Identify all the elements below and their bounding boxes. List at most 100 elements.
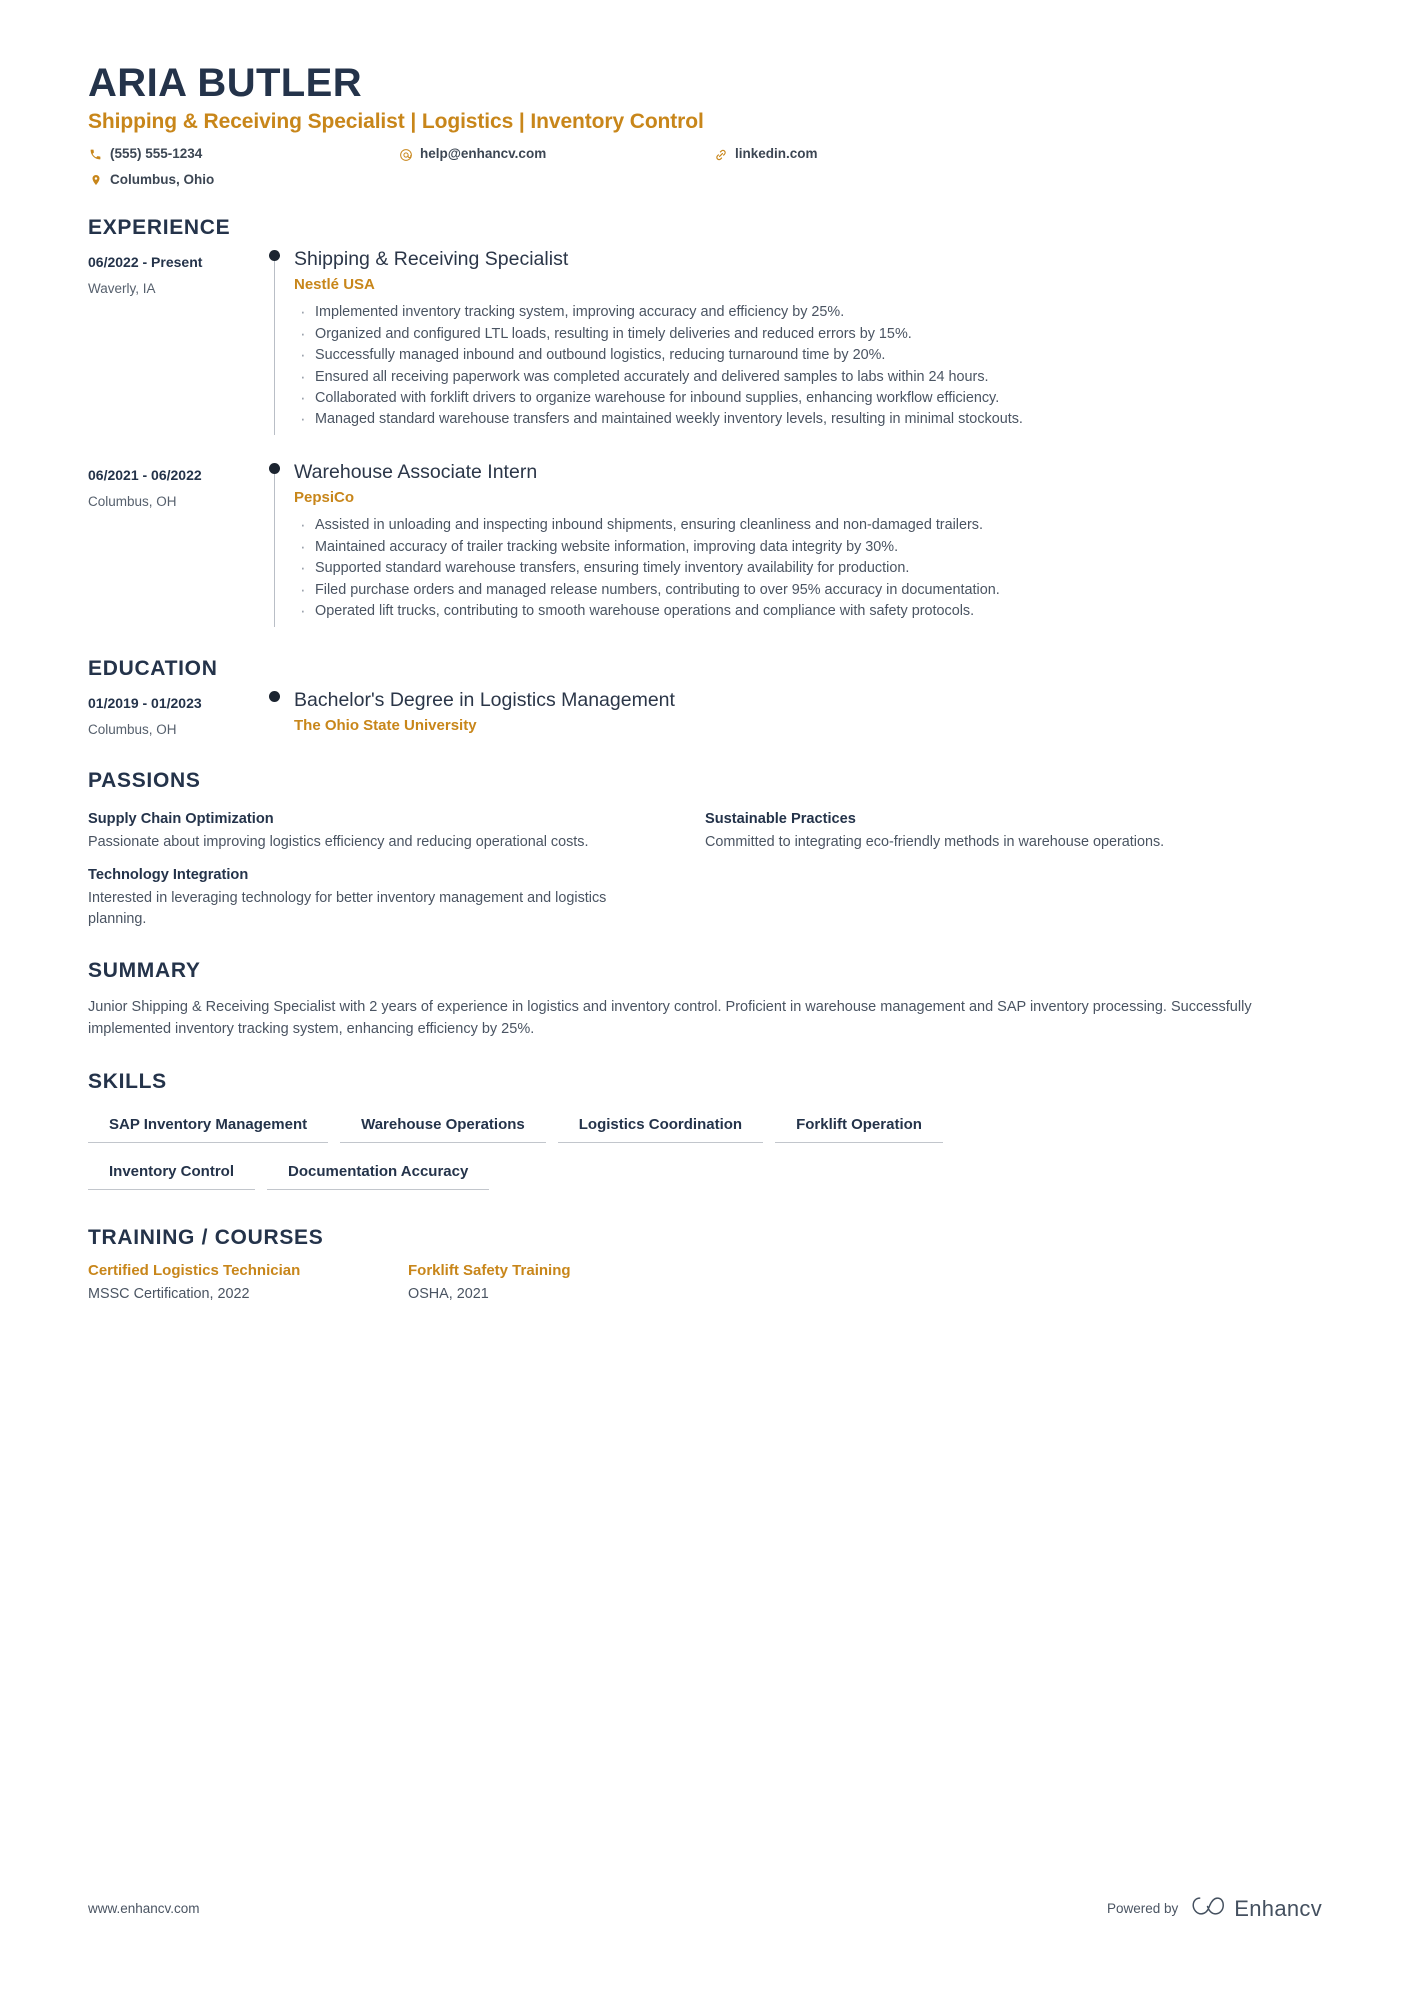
passion-item: Technology Integration Interested in lev… (88, 867, 633, 930)
footer-branding: Powered by Enhancv (1107, 1894, 1322, 1923)
timeline-line (274, 468, 275, 627)
link-icon (713, 148, 728, 162)
education-date: 01/2019 - 01/2023 (88, 694, 202, 711)
passion-text: Passionate about improving logistics eff… (88, 833, 589, 850)
experience-body: Shipping & Receiving Specialist Nestlé U… (294, 244, 1322, 435)
section-title-skills: SKILLS (88, 1070, 167, 1094)
skill-tag[interactable]: SAP Inventory Management (88, 1110, 329, 1144)
enhancv-wordmark: Enhancv (1234, 1895, 1322, 1921)
contact-linkedin[interactable]: linkedin.com (713, 144, 818, 164)
training-title: Forklift Safety Training (408, 1262, 571, 1280)
skill-tag[interactable]: Forklift Operation (775, 1110, 943, 1144)
section-passions: PASSIONS Supply Chain Optimization Passi… (88, 769, 1322, 930)
experience-date: 06/2022 - Present (88, 253, 203, 270)
experience-company: PepsiCo (294, 489, 355, 507)
section-title-passions: PASSIONS (88, 768, 201, 792)
experience-bullets: Assisted in unloading and inspecting inb… (294, 513, 1322, 623)
summary-text: Junior Shipping & Receiving Specialist w… (88, 999, 1252, 1037)
contact-location: Columbus, Ohio (88, 170, 398, 190)
enhancv-mark-icon (1191, 1894, 1225, 1923)
contact-email-text: help@enhancv.com (420, 146, 547, 162)
experience-entry: 06/2022 - Present Waverly, IA Shipping &… (88, 244, 1322, 435)
experience-location: Waverly, IA (88, 281, 156, 297)
section-training: TRAINING / COURSES Certified Logistics T… (88, 1226, 1322, 1305)
contact-location-text: Columbus, Ohio (110, 171, 215, 187)
bullet-item: Collaborated with forklift drivers to or… (294, 386, 1322, 410)
training-subtitle: OSHA, 2021 (408, 1286, 489, 1303)
timeline-rail (256, 244, 294, 435)
education-school: The Ohio State University (294, 716, 477, 734)
passions-column-right: Sustainable Practices Committed to integ… (705, 797, 1322, 930)
bullet-item: Operated lift trucks, contributing to sm… (294, 599, 1322, 623)
section-experience: EXPERIENCE 06/2022 - Present Waverly, IA… (88, 216, 1322, 627)
experience-meta: 06/2022 - Present Waverly, IA (88, 244, 256, 435)
section-summary: SUMMARY Junior Shipping & Receiving Spec… (88, 959, 1322, 1040)
training-item: Forklift Safety Training OSHA, 2021 (408, 1262, 728, 1305)
timeline-rail (256, 685, 294, 747)
passion-text: Interested in leveraging technology for … (88, 889, 607, 927)
experience-meta: 06/2021 - 06/2022 Columbus, OH (88, 457, 256, 627)
section-title-summary: SUMMARY (88, 959, 201, 983)
skill-tag[interactable]: Documentation Accuracy (267, 1157, 490, 1191)
powered-by-label: Powered by (1106, 1901, 1179, 1916)
bullet-item: Ensured all receiving paperwork was comp… (294, 365, 1322, 389)
timeline-dot (269, 249, 280, 261)
timeline-rail (256, 457, 294, 627)
bullet-item: Successfully managed inbound and outboun… (294, 343, 1322, 367)
experience-body: Warehouse Associate Intern PepsiCo Assis… (294, 457, 1322, 627)
candidate-headline: Shipping & Receiving Specialist | Logist… (88, 110, 704, 134)
experience-job-title: Shipping & Receiving Specialist (294, 247, 569, 270)
contact-phone-text: (555) 555-1234 (110, 146, 203, 162)
skill-tag[interactable]: Warehouse Operations (340, 1110, 546, 1144)
section-education: EDUCATION 01/2019 - 01/2023 Columbus, OH… (88, 657, 1322, 747)
experience-job-title: Warehouse Associate Intern (294, 460, 538, 483)
contact-email[interactable]: help@enhancv.com (398, 144, 713, 164)
timeline-dot (269, 690, 280, 702)
education-meta: 01/2019 - 01/2023 Columbus, OH (88, 685, 256, 747)
contact-phone[interactable]: (555) 555-1234 (88, 144, 398, 164)
resume-page: ARIA BUTLER Shipping & Receiving Special… (0, 0, 1410, 1995)
enhancv-logo: Enhancv (1191, 1894, 1322, 1923)
section-title-education: EDUCATION (88, 656, 218, 680)
experience-entry: 06/2021 - 06/2022 Columbus, OH Warehouse… (88, 457, 1322, 627)
bullet-item: Maintained accuracy of trailer tracking … (294, 535, 1322, 559)
candidate-name: ARIA BUTLER (88, 61, 363, 105)
skills-list: SAP Inventory Management Warehouse Opera… (88, 1110, 1322, 1204)
bullet-item: Assisted in unloading and inspecting inb… (294, 513, 1322, 537)
contact-linkedin-text: linkedin.com (735, 146, 818, 162)
experience-location: Columbus, OH (88, 494, 177, 510)
resume-header: ARIA BUTLER Shipping & Receiving Special… (88, 62, 1322, 190)
passion-item: Supply Chain Optimization Passionate abo… (88, 811, 633, 853)
skill-tag[interactable]: Logistics Coordination (557, 1110, 764, 1144)
email-icon (398, 148, 413, 162)
bullet-item: Supported standard warehouse transfers, … (294, 556, 1322, 580)
passion-title: Supply Chain Optimization (88, 810, 274, 827)
footer-website[interactable]: www.enhancv.com (88, 1901, 200, 1916)
education-body: Bachelor's Degree in Logistics Managemen… (294, 685, 1322, 747)
passion-text: Committed to integrating eco-friendly me… (705, 833, 1165, 850)
passions-grid: Supply Chain Optimization Passionate abo… (88, 797, 1322, 930)
phone-icon (88, 148, 103, 161)
training-item: Certified Logistics Technician MSSC Cert… (88, 1262, 408, 1305)
section-title-experience: EXPERIENCE (88, 215, 231, 239)
education-entry: 01/2019 - 01/2023 Columbus, OH Bachelor'… (88, 685, 1322, 747)
experience-bullets: Implemented inventory tracking system, i… (294, 300, 1322, 432)
education-location: Columbus, OH (88, 721, 177, 737)
education-degree: Bachelor's Degree in Logistics Managemen… (294, 688, 675, 711)
training-list: Certified Logistics Technician MSSC Cert… (88, 1262, 1322, 1305)
experience-date: 06/2021 - 06/2022 (88, 466, 202, 483)
passion-title: Sustainable Practices (705, 810, 856, 827)
contact-details: (555) 555-1234 help@enhancv.com linkedin… (88, 144, 1088, 190)
bullet-item: Organized and configured LTL loads, resu… (294, 322, 1322, 346)
skill-tag[interactable]: Inventory Control (88, 1157, 256, 1191)
passion-item: Sustainable Practices Committed to integ… (705, 811, 1250, 853)
timeline-line (274, 255, 275, 435)
passion-title: Technology Integration (88, 866, 249, 883)
bullet-item: Filed purchase orders and managed releas… (294, 578, 1322, 602)
training-subtitle: MSSC Certification, 2022 (88, 1286, 250, 1303)
timeline-dot (269, 462, 280, 474)
bullet-item: Implemented inventory tracking system, i… (294, 300, 1322, 324)
training-title: Certified Logistics Technician (88, 1262, 301, 1280)
experience-company: Nestlé USA (294, 276, 375, 294)
passions-column-left: Supply Chain Optimization Passionate abo… (88, 797, 705, 930)
